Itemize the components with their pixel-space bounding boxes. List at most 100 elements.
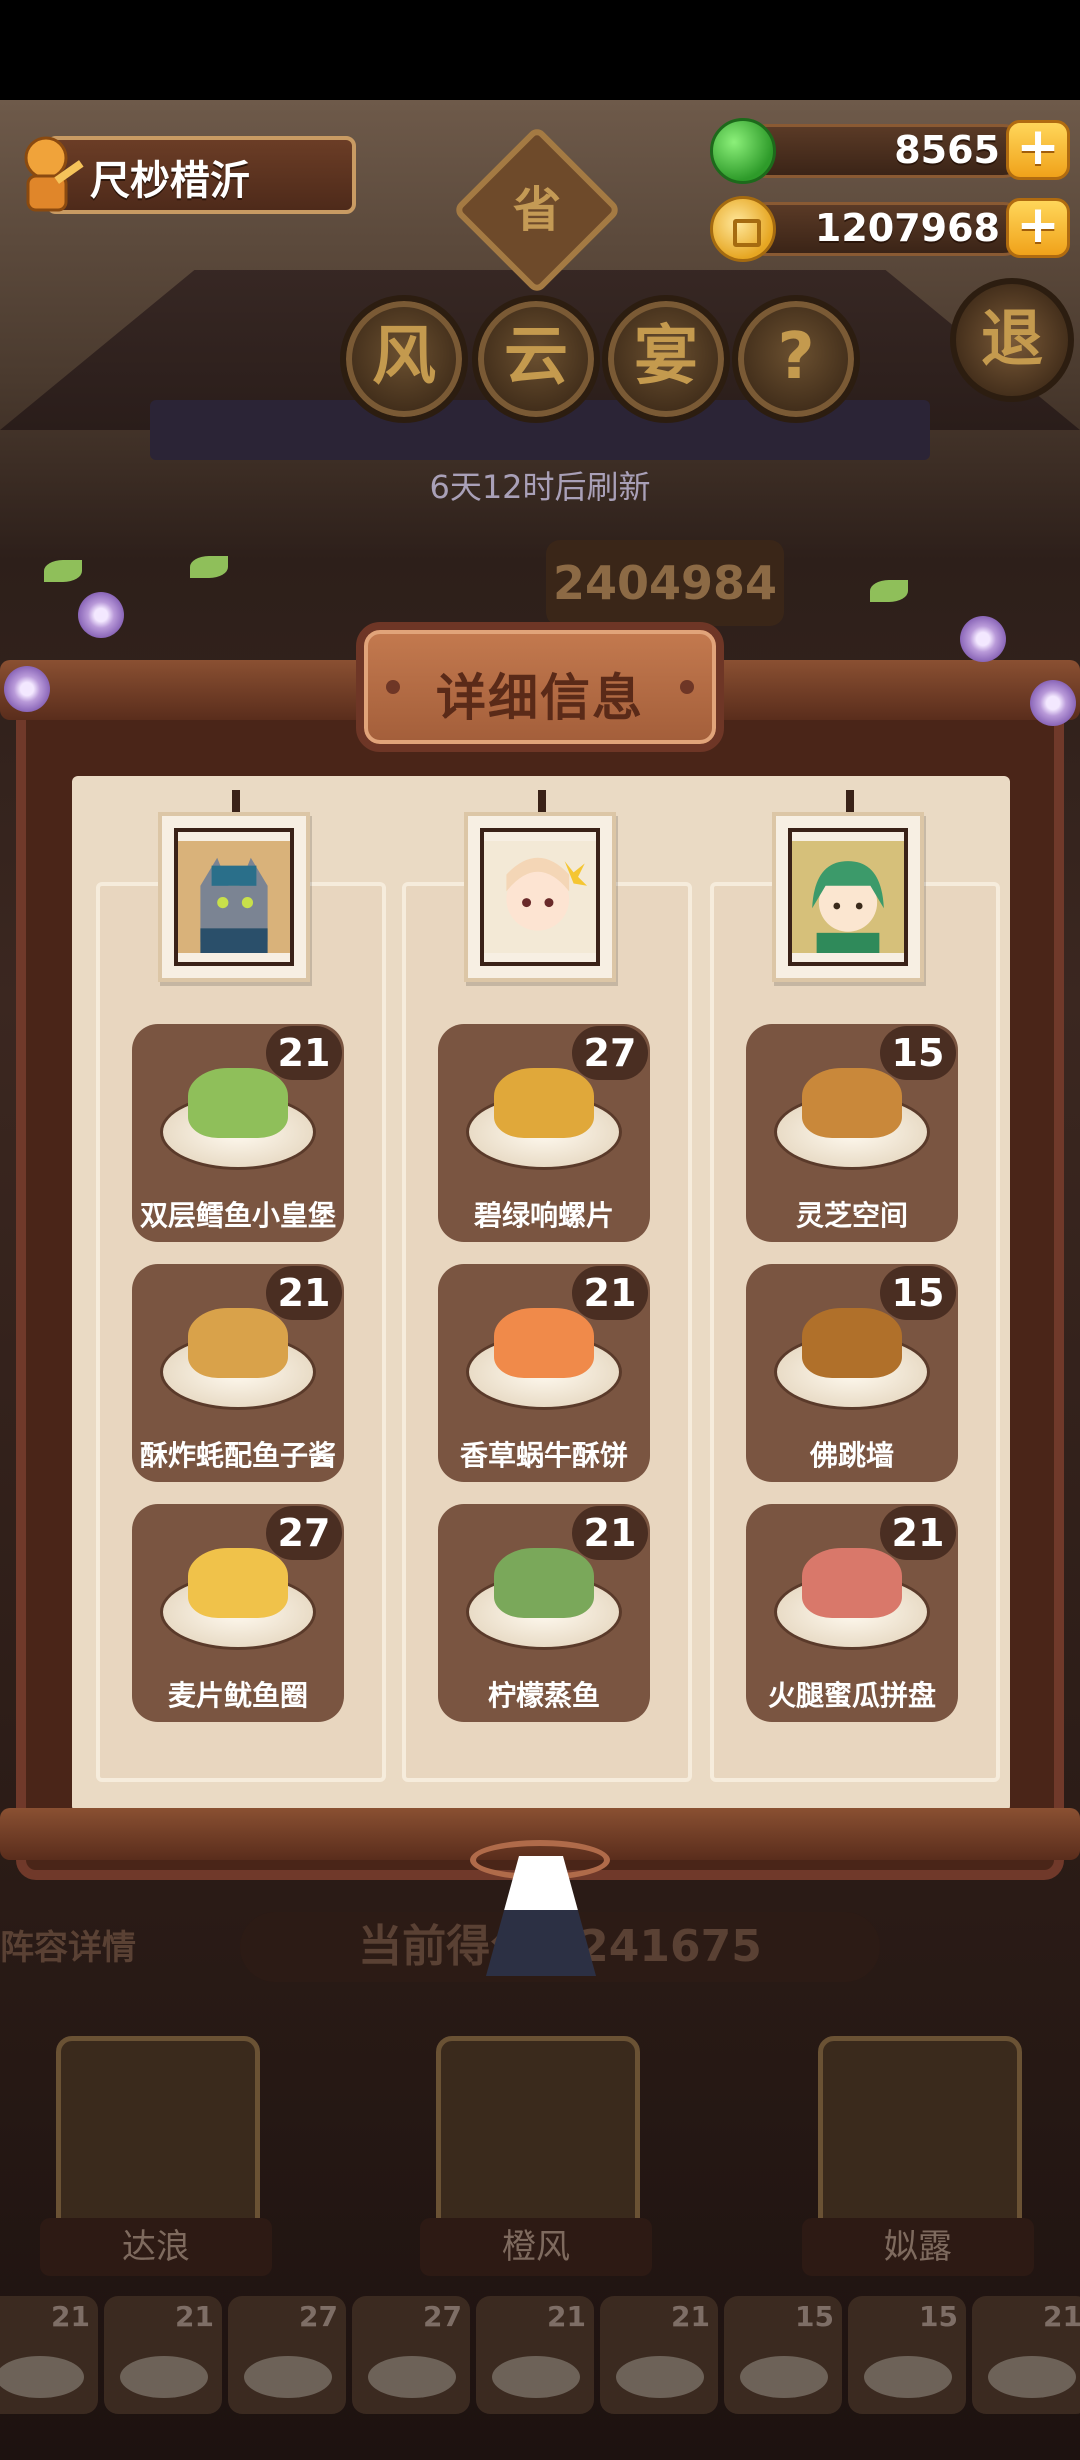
hero-portrait-silu[interactable] xyxy=(772,812,924,982)
lineup-details-link[interactable]: 阵容详情 xyxy=(0,1920,136,1969)
mini-dish-icon xyxy=(492,2356,580,2398)
gem-value: 8565 xyxy=(894,128,1000,172)
mini-dish-score: 21 xyxy=(51,2300,90,2333)
mini-dish-icon xyxy=(740,2356,828,2398)
flower-decoration xyxy=(960,616,1006,662)
dish-card[interactable]: 21 酥炸蚝配鱼子酱 xyxy=(132,1264,344,1482)
mini-dish-score: 27 xyxy=(299,2300,338,2333)
coin-value: 1207968 xyxy=(814,206,1000,250)
dish-food-icon xyxy=(802,1068,902,1138)
player-name: 尺杪棤沂 xyxy=(90,158,250,204)
dish-name: 火腿蜜瓜拼盘 xyxy=(767,1679,936,1712)
leaf-decoration xyxy=(870,580,908,602)
dish-card[interactable]: 21 柠檬蒸鱼 xyxy=(438,1504,650,1722)
flower-decoration xyxy=(78,592,124,638)
mini-dish-icon xyxy=(0,2356,84,2398)
girl-hero-icon xyxy=(480,828,600,966)
dish-food-icon xyxy=(188,1068,288,1138)
dish-card[interactable]: 21 香草蜗牛酥饼 xyxy=(438,1264,650,1482)
gem-counter: 8565 + xyxy=(710,118,1070,184)
title-char-yun: 云 xyxy=(472,295,600,423)
dish-food-icon xyxy=(802,1548,902,1618)
dish-name: 麦片鱿鱼圈 xyxy=(167,1679,308,1712)
add-gems-button[interactable]: + xyxy=(1006,120,1070,180)
title-char-yan: 宴 xyxy=(602,295,730,423)
mini-dish-icon xyxy=(616,2356,704,2398)
hero-name-silu: 姒露 xyxy=(802,2218,1034,2276)
dish-food-icon xyxy=(188,1548,288,1618)
mini-dish-icon xyxy=(120,2356,208,2398)
dish-card[interactable]: 15 佛跳墙 xyxy=(746,1264,958,1482)
mini-dish-slot[interactable]: 21 xyxy=(972,2296,1080,2414)
hero-slot-dalang[interactable] xyxy=(56,2036,260,2236)
mini-dish-icon xyxy=(864,2356,952,2398)
add-coins-button[interactable]: + xyxy=(1006,198,1070,258)
jade-hero-icon xyxy=(788,828,908,966)
flower-decoration xyxy=(1030,680,1076,726)
total-score: 2404984 xyxy=(546,540,784,626)
hero-slot-chengfeng[interactable] xyxy=(436,2036,640,2236)
dish-card[interactable]: 21 火腿蜜瓜拼盘 xyxy=(746,1504,958,1722)
dish-score-badge: 15 xyxy=(880,1266,956,1320)
hero-portrait-dalang[interactable] xyxy=(158,812,310,982)
mini-dish-score: 21 xyxy=(1043,2300,1080,2333)
player-avatar-icon xyxy=(24,136,84,212)
dish-score-badge: 21 xyxy=(266,1266,342,1320)
mini-dish-slot[interactable]: 21 xyxy=(476,2296,594,2414)
mini-dish-slot[interactable]: 21 xyxy=(600,2296,718,2414)
jade-gem-icon xyxy=(710,118,776,184)
hero-slot-silu[interactable] xyxy=(818,2036,1022,2236)
mini-dish-icon xyxy=(368,2356,456,2398)
province-badge-label: 省 xyxy=(512,182,561,238)
mini-dish-score: 21 xyxy=(671,2300,710,2333)
hero-name-chengfeng: 橙风 xyxy=(420,2218,652,2276)
dish-name: 香草蜗牛酥饼 xyxy=(459,1439,628,1472)
mini-dish-icon xyxy=(244,2356,332,2398)
dish-food-icon xyxy=(494,1308,594,1378)
coin-counter: 1207968 + xyxy=(710,196,1070,262)
coin-icon xyxy=(710,196,776,262)
mini-dish-slot[interactable]: 15 xyxy=(724,2296,842,2414)
hero-name-dalang: 达浪 xyxy=(40,2218,272,2276)
dish-name: 双层鳕鱼小皇堡 xyxy=(139,1199,336,1232)
dish-name: 碧绿响螺片 xyxy=(473,1199,614,1232)
leaf-decoration xyxy=(44,560,82,582)
dish-score-badge: 27 xyxy=(266,1506,342,1560)
dish-name: 佛跳墙 xyxy=(809,1439,894,1472)
mini-dish-score: 27 xyxy=(423,2300,462,2333)
dish-score-badge: 21 xyxy=(880,1506,956,1560)
mini-dish-score: 15 xyxy=(795,2300,834,2333)
dish-food-icon xyxy=(494,1548,594,1618)
mini-dish-score: 21 xyxy=(547,2300,586,2333)
leaf-decoration xyxy=(190,556,228,578)
wolf-hero-icon xyxy=(174,828,294,966)
flower-decoration xyxy=(4,666,50,712)
mini-dish-slot[interactable]: 15 xyxy=(848,2296,966,2414)
player-card[interactable]: 尺杪棤沂 xyxy=(10,128,356,218)
dish-card[interactable]: 15 灵芝空间 xyxy=(746,1024,958,1242)
mini-dish-slot[interactable]: 27 xyxy=(228,2296,346,2414)
mini-dish-score: 15 xyxy=(919,2300,958,2333)
dish-score-badge: 15 xyxy=(880,1026,956,1080)
dish-name: 酥炸蚝配鱼子酱 xyxy=(139,1439,336,1472)
exit-button[interactable]: 退 xyxy=(950,278,1074,402)
refresh-timer: 6天12时后刷新 xyxy=(429,468,651,506)
dish-name: 灵芝空间 xyxy=(795,1199,908,1232)
panel-title: 详细信息 xyxy=(436,669,644,727)
mini-dish-slot[interactable]: 21 xyxy=(0,2296,98,2414)
mini-dish-slot[interactable]: 27 xyxy=(352,2296,470,2414)
dish-score-badge: 21 xyxy=(572,1266,648,1320)
dish-score-badge: 21 xyxy=(266,1026,342,1080)
dish-food-icon xyxy=(802,1308,902,1378)
hero-portrait-chengfeng[interactable] xyxy=(464,812,616,982)
dish-score-badge: 27 xyxy=(572,1026,648,1080)
dish-card[interactable]: 21 双层鳕鱼小皇堡 xyxy=(132,1024,344,1242)
mini-dish-icon xyxy=(988,2356,1076,2398)
dish-card[interactable]: 27 碧绿响螺片 xyxy=(438,1024,650,1242)
help-button[interactable]: ? xyxy=(732,295,860,423)
mini-dish-slot[interactable]: 21 xyxy=(104,2296,222,2414)
dish-score-badge: 21 xyxy=(572,1506,648,1560)
mini-dish-score: 21 xyxy=(175,2300,214,2333)
dish-card[interactable]: 27 麦片鱿鱼圈 xyxy=(132,1504,344,1722)
dish-food-icon xyxy=(494,1068,594,1138)
